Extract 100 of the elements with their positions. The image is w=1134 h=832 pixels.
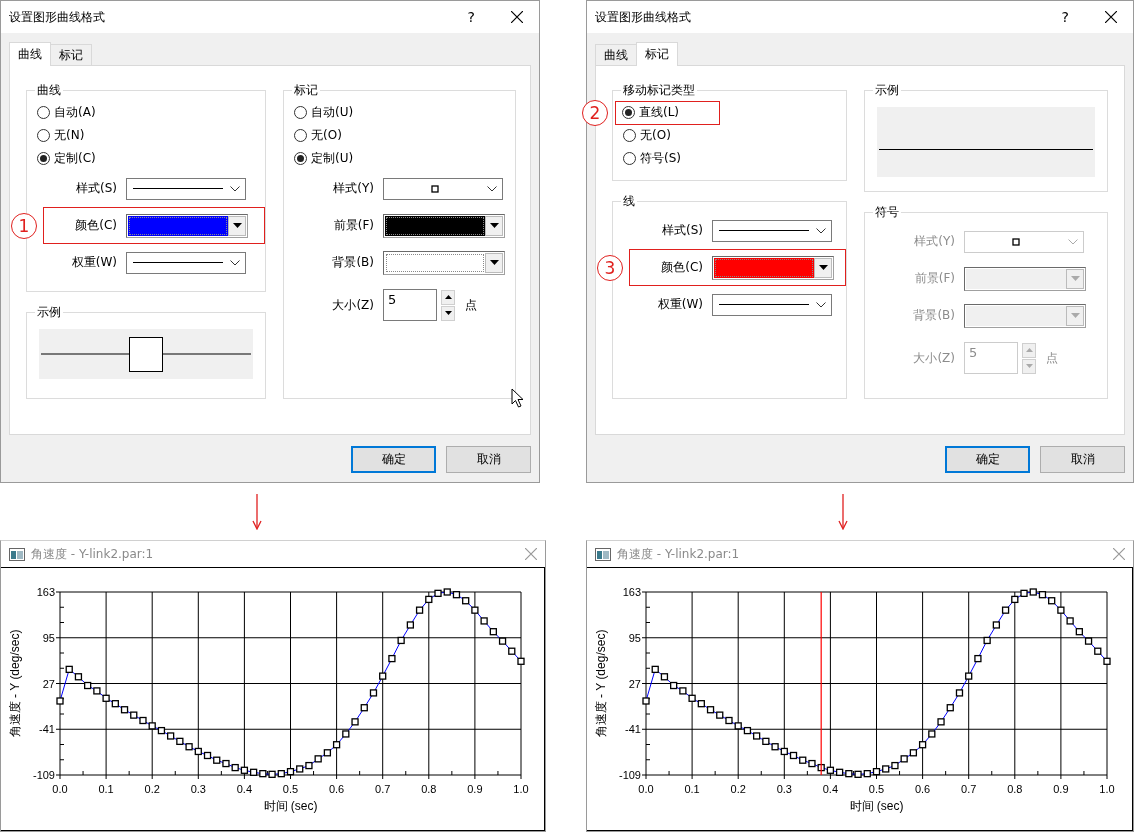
line-style-icon — [133, 187, 223, 190]
group-title: 符号 — [874, 204, 900, 221]
window-title: 设置图形曲线格式 — [595, 8, 692, 26]
tick-label: -109 — [32, 769, 55, 781]
color-picker[interactable] — [126, 213, 248, 238]
close-icon[interactable] — [1105, 11, 1117, 23]
tick-label: 1.0 — [1099, 783, 1115, 795]
tick-label: 0.3 — [190, 783, 206, 795]
radio-option[interactable]: 符号(S) — [623, 150, 681, 167]
data-point — [56, 697, 64, 705]
color-picker[interactable] — [383, 250, 505, 275]
axis-title: 角速度 - Y (deg/sec) — [594, 629, 608, 738]
tab[interactable]: 曲线 — [9, 42, 51, 66]
line-style-icon — [719, 229, 809, 232]
tick-label: 95 — [42, 631, 55, 644]
color-picker[interactable] — [383, 213, 505, 238]
dropdown[interactable] — [126, 177, 246, 200]
dropdown-arrow-icon — [1070, 276, 1080, 281]
tick-label: 0.0 — [638, 783, 654, 795]
dropdown[interactable] — [712, 293, 832, 316]
field-label: 权重(W) — [70, 254, 117, 271]
data-point — [397, 636, 405, 645]
data-point — [937, 718, 945, 726]
dropdown[interactable] — [126, 251, 246, 274]
radio-option[interactable]: 无(N) — [37, 127, 85, 144]
tick-label: 27 — [42, 677, 55, 690]
tick-label: -41 — [39, 723, 55, 736]
down-arrow — [252, 493, 262, 530]
group-title: 示例 — [36, 304, 62, 321]
help-button[interactable]: ? — [463, 9, 479, 25]
data-point — [508, 647, 516, 655]
data-point — [965, 672, 973, 680]
radio-option[interactable]: 定制(C) — [37, 150, 96, 167]
tab[interactable]: 标记 — [50, 44, 92, 65]
field-label: 颜色(C) — [660, 259, 703, 276]
field-label: 大小(Z) — [912, 349, 955, 367]
field-label: 背景(B) — [331, 254, 374, 271]
tab[interactable]: 标记 — [636, 42, 678, 66]
dialog-button[interactable]: 取消 — [1040, 446, 1125, 473]
tick-label: 0.4 — [236, 783, 253, 795]
help-button[interactable]: ? — [1057, 9, 1073, 25]
tick-label: 0.3 — [776, 783, 792, 795]
group-title: 标记 — [293, 82, 319, 99]
data-point — [369, 689, 378, 697]
close-icon[interactable] — [511, 11, 523, 23]
chevron-icon — [230, 185, 240, 192]
data-point — [743, 726, 752, 735]
group-title: 移动标记类型 — [622, 82, 696, 99]
dropdown[interactable] — [712, 219, 832, 242]
radio-option[interactable]: 无(O) — [623, 127, 671, 144]
data-point — [406, 621, 414, 629]
color-picker[interactable] — [712, 255, 834, 280]
square-marker-icon — [431, 184, 439, 193]
spin-buttons[interactable] — [441, 289, 455, 321]
data-point — [946, 704, 954, 712]
dropdown-arrow-icon — [489, 223, 499, 228]
tab[interactable]: 曲线 — [595, 44, 637, 65]
field-label: 大小(Z) — [331, 296, 374, 314]
axis-title: 时间 (sec) — [849, 799, 904, 813]
dialog-button[interactable]: 确定 — [351, 446, 436, 473]
radio-option[interactable]: 定制(U) — [294, 150, 354, 167]
tick-label: 163 — [36, 586, 55, 598]
dropdown-arrow-icon — [818, 265, 828, 270]
data-point — [388, 654, 396, 663]
tick-label: 0.8 — [1007, 783, 1023, 795]
field-label: 样式(S) — [661, 222, 703, 239]
group-title: 示例 — [874, 82, 900, 99]
callout-number: 2 — [582, 99, 608, 126]
chevron-icon — [487, 185, 497, 192]
tick-label: 0.0 — [52, 783, 68, 795]
data-point — [360, 704, 368, 712]
tick-label: 0.9 — [467, 783, 483, 795]
data-point — [203, 751, 212, 760]
unit-label: 点 — [465, 296, 477, 314]
radio-option[interactable]: 自动(U) — [294, 104, 354, 121]
tick-label: 0.4 — [822, 783, 839, 795]
down-arrow — [838, 493, 848, 530]
tick-label: 0.7 — [961, 783, 977, 795]
radio-option[interactable]: 无(O) — [294, 127, 342, 144]
window-title: 角速度 - Y-link2.par:1 — [617, 545, 741, 563]
tick-label: 0.6 — [914, 783, 931, 795]
dialog-button[interactable]: 取消 — [446, 446, 531, 473]
window-title: 角速度 - Y-link2.par:1 — [31, 545, 155, 563]
line-style-icon — [133, 261, 223, 264]
size-field[interactable]: 5 — [383, 289, 437, 321]
window-icon — [9, 547, 25, 561]
radio-option[interactable]: 自动(A) — [37, 104, 96, 121]
callout-number: 3 — [597, 254, 623, 281]
data-point — [351, 718, 359, 726]
chevron-icon — [1068, 238, 1078, 245]
tick-label: -41 — [625, 723, 641, 736]
square-marker-icon — [1012, 237, 1020, 246]
data-point — [642, 697, 650, 705]
dialog-button[interactable]: 确定 — [945, 446, 1030, 473]
tick-label: 0.7 — [375, 783, 391, 795]
data-point — [955, 689, 964, 697]
field-label: 权重(W) — [656, 296, 703, 313]
dropdown-arrow-icon — [1070, 313, 1080, 318]
tick-label: 163 — [622, 586, 641, 598]
data-point — [1066, 617, 1074, 625]
